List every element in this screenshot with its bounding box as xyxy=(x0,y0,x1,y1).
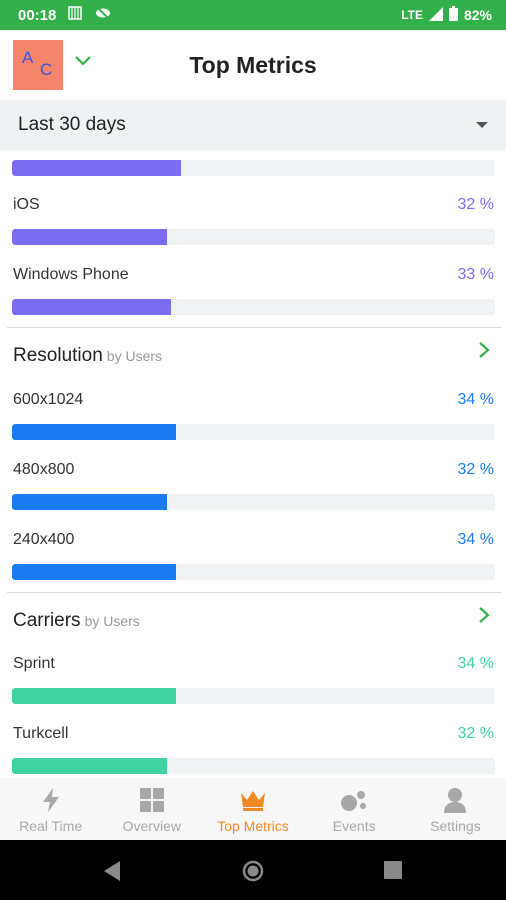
lightning-icon xyxy=(41,786,61,814)
grid-icon xyxy=(139,786,165,814)
row-label: 240x400 xyxy=(13,531,75,548)
home-icon[interactable] xyxy=(242,860,264,887)
tab-label: Real Time xyxy=(19,818,83,834)
progress-track xyxy=(12,564,495,580)
tab-real-time[interactable]: Real Time xyxy=(0,778,101,840)
section-subtitle: by Users xyxy=(106,348,163,364)
tab-label: Settings xyxy=(430,818,481,834)
row-percent: 32 % xyxy=(457,196,494,213)
row-label: 480x800 xyxy=(13,461,75,478)
dots-icon xyxy=(340,786,368,814)
signal-icon xyxy=(428,6,443,24)
progress-track xyxy=(12,494,495,510)
tab-top-metrics[interactable]: Top Metrics xyxy=(202,778,303,840)
divider xyxy=(7,592,501,593)
progress-track xyxy=(12,160,495,176)
status-bar: 00:18 LTE 82% xyxy=(0,0,506,30)
tab-events[interactable]: Events xyxy=(304,778,405,840)
progress-track xyxy=(12,299,495,315)
progress-track xyxy=(12,758,495,774)
section-title-carriers: Carriers by Users xyxy=(13,610,140,632)
row-percent: 34 % xyxy=(457,531,494,548)
battery-icon xyxy=(448,6,458,24)
app-header: A C Top Metrics xyxy=(0,30,506,100)
progress-fill xyxy=(12,229,167,245)
progress-fill xyxy=(12,424,177,440)
row-label: Windows Phone xyxy=(13,266,129,283)
eye-off-icon xyxy=(94,6,112,24)
progress-fill xyxy=(12,299,172,315)
progress-fill xyxy=(12,688,177,704)
progress-fill xyxy=(12,758,167,774)
progress-fill xyxy=(12,160,182,176)
network-label: LTE xyxy=(401,8,423,22)
tab-label: Events xyxy=(332,818,376,834)
row-label: Sprint xyxy=(13,655,55,672)
tab-settings[interactable]: Settings xyxy=(405,778,506,840)
status-time: 00:18 xyxy=(18,6,57,24)
row-label: Turkcell xyxy=(13,725,69,742)
section-title-text: Carriers xyxy=(13,610,81,631)
caret-down-icon xyxy=(476,122,488,128)
back-icon[interactable] xyxy=(102,860,122,887)
progress-track xyxy=(12,688,495,704)
tab-label: Top Metrics xyxy=(217,818,289,834)
period-label: Last 30 days xyxy=(18,114,126,135)
recents-icon[interactable] xyxy=(383,860,403,885)
row-percent: 33 % xyxy=(457,266,494,283)
row-label: iOS xyxy=(13,196,40,213)
battery-level: 82% xyxy=(463,7,492,23)
progress-fill xyxy=(12,564,177,580)
tab-overview[interactable]: Overview xyxy=(101,778,202,840)
divider xyxy=(7,327,501,328)
chevron-right-icon[interactable] xyxy=(477,605,491,625)
metrics-list[interactable]: iOS 32 % Windows Phone 33 % Resolution by… xyxy=(0,150,506,778)
progress-track xyxy=(12,229,495,245)
progress-track xyxy=(12,424,495,440)
section-title-text: Resolution xyxy=(13,345,103,366)
crown-icon xyxy=(240,786,266,814)
row-percent: 32 % xyxy=(457,725,494,742)
progress-fill xyxy=(12,494,167,510)
section-subtitle: by Users xyxy=(84,613,140,629)
row-percent: 34 % xyxy=(457,391,494,408)
tab-label: Overview xyxy=(122,818,181,834)
row-percent: 34 % xyxy=(457,655,494,672)
chevron-right-icon[interactable] xyxy=(477,340,491,360)
row-percent: 32 % xyxy=(457,461,494,478)
bottom-nav: Real Time Overview Top Metrics Events Se… xyxy=(0,778,506,840)
row-label: 600x1024 xyxy=(13,391,84,408)
user-icon xyxy=(443,786,467,814)
section-title-resolution: Resolution by Users xyxy=(13,345,162,367)
page-title: Top Metrics xyxy=(189,52,317,78)
notification-icon xyxy=(68,6,83,24)
period-selector[interactable]: Last 30 days xyxy=(0,100,506,150)
system-nav-bar xyxy=(0,840,506,900)
